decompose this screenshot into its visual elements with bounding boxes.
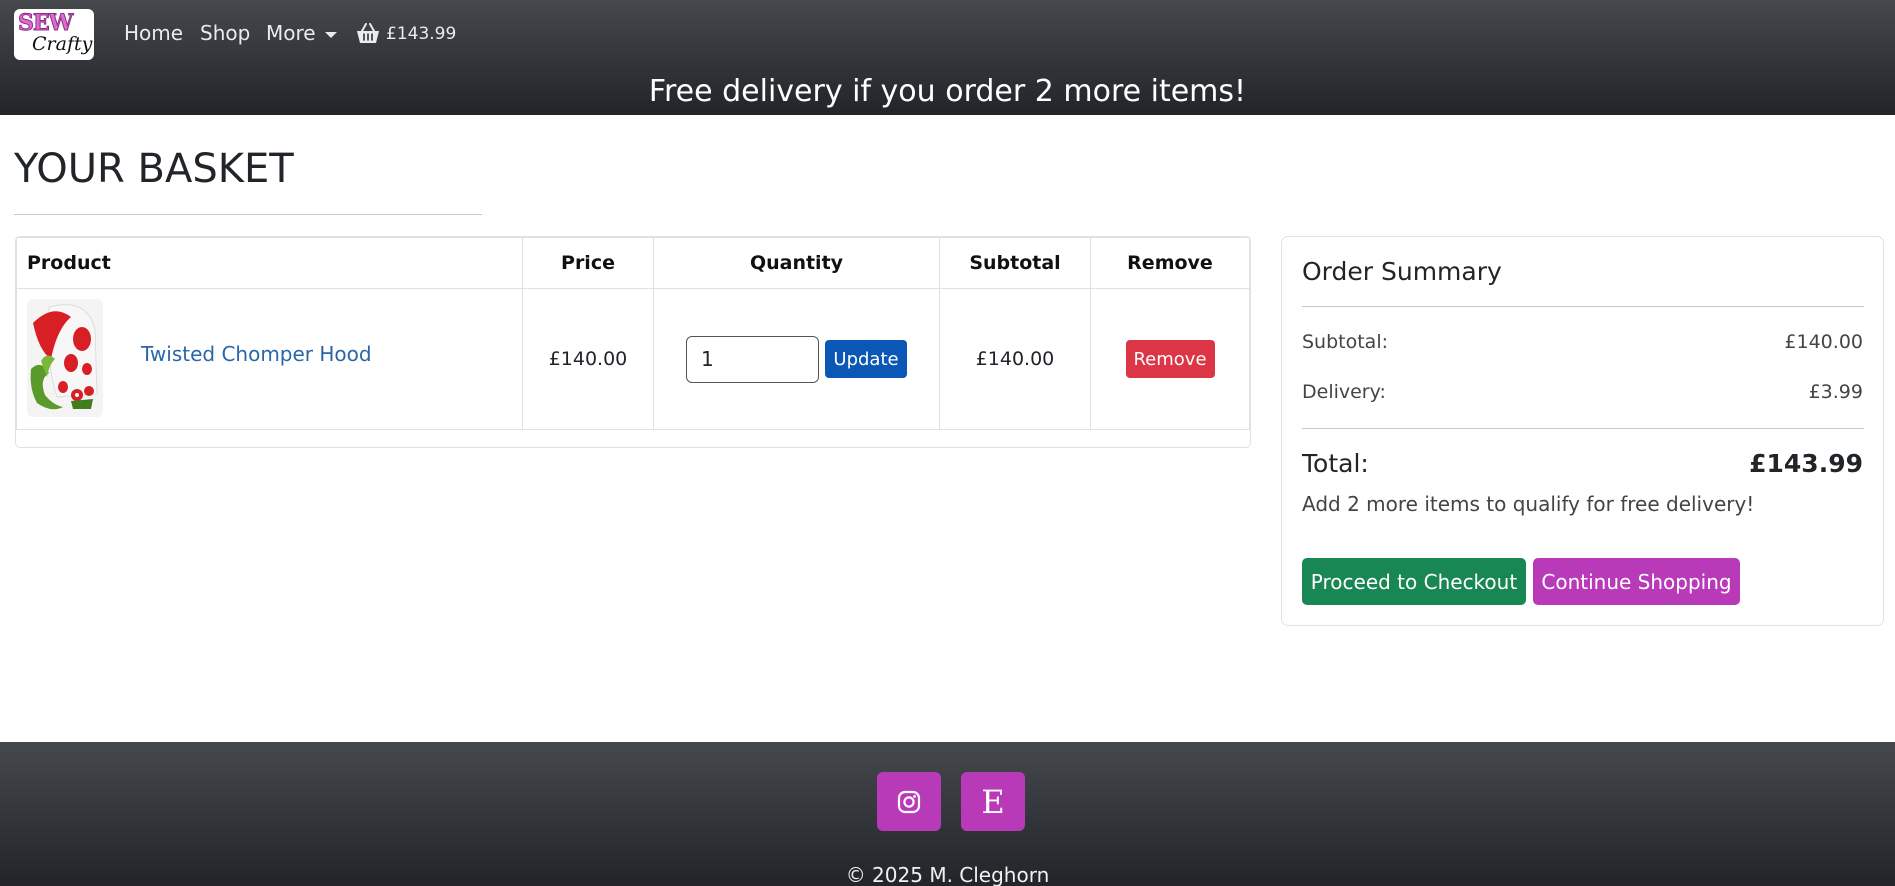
basket-icon [357,23,379,43]
quantity-input[interactable] [686,335,819,383]
column-header-quantity: Quantity [653,237,940,289]
caret-down-icon[interactable] [325,32,337,38]
product-subtotal: £140.00 [939,288,1091,430]
site-footer: E © 2025 M. Cleghorn [0,742,1895,886]
column-header-product: Product [16,237,523,289]
continue-shopping-button[interactable]: Continue Shopping [1533,558,1740,605]
delivery-label: Delivery: [1302,381,1386,403]
page-title: YOUR BASKET [14,146,294,192]
remove-cell: Remove [1090,288,1250,430]
instagram-link[interactable] [877,772,941,831]
subtotal-value: £140.00 [1784,331,1863,353]
nav-home-link[interactable]: Home [124,21,183,45]
logo-text-crafty: Crafty [32,33,93,55]
remove-button[interactable]: Remove [1125,340,1215,378]
instagram-icon [897,790,921,813]
free-delivery-note: Add 2 more items to qualify for free del… [1302,492,1755,516]
proceed-to-checkout-button[interactable]: Proceed to Checkout [1302,558,1526,605]
column-header-remove: Remove [1090,237,1250,289]
basket-table: Product Price Quantity Subtotal Remove T… [16,237,1250,430]
basket-total: £143.99 [386,24,457,44]
site-header: SEW Crafty Home Shop More £143.99 Free d… [0,0,1895,115]
table-header-row: Product Price Quantity Subtotal Remove [16,237,1250,289]
update-button[interactable]: Update [825,340,907,378]
quantity-cell: Update [653,288,940,430]
free-delivery-banner: Free delivery if you order 2 more items! [648,74,1247,109]
product-price: £140.00 [522,288,654,430]
product-name-link[interactable]: Twisted Chomper Hood [141,342,372,366]
subtotal-label: Subtotal: [1302,331,1389,353]
table-row: Twisted Chomper Hood £140.00 Update £140… [16,288,1250,430]
total-value: £143.99 [1749,449,1863,478]
order-summary-card: Order Summary Subtotal: £140.00 Delivery… [1281,236,1884,626]
total-label: Total: [1302,449,1369,478]
column-header-price: Price [522,237,654,289]
nav-shop-link[interactable]: Shop [200,21,250,45]
product-thumbnail[interactable] [27,299,103,417]
site-logo[interactable]: SEW Crafty [14,9,94,60]
column-header-subtotal: Subtotal [939,237,1091,289]
order-summary-title: Order Summary [1302,257,1502,286]
nav-basket-link[interactable]: £143.99 [356,22,456,46]
summary-divider [1302,306,1864,307]
summary-divider [1302,428,1864,429]
title-divider [14,214,482,215]
nav-more-dropdown[interactable]: More [266,21,316,45]
etsy-icon: E [981,782,1005,821]
delivery-value: £3.99 [1808,381,1863,403]
copyright-text: © 2025 M. Cleghorn [845,863,1050,886]
product-cell: Twisted Chomper Hood [16,288,523,430]
etsy-link[interactable]: E [961,772,1025,831]
